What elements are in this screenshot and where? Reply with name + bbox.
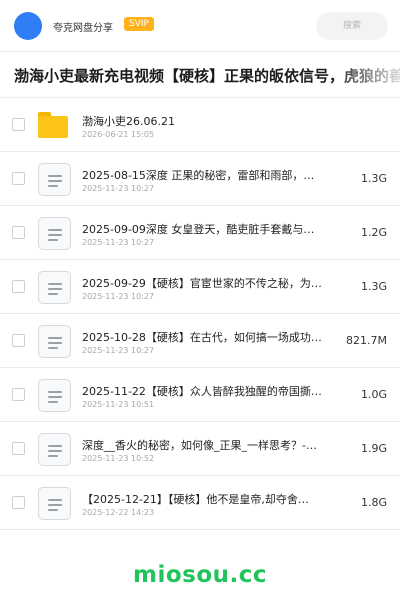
file-name[interactable]: 2025-11-22【硬核】众人皆醉我独醒的帝国撕… xyxy=(82,383,322,399)
svip-badge: SVIP xyxy=(124,17,154,31)
file-date: 2025-11-23 10:27 xyxy=(82,184,155,193)
brand-name: 夸克网盘分享 xyxy=(53,23,113,34)
file-name[interactable]: 2025-10-28【硬核】在古代，如何搞一场成功… xyxy=(82,329,322,345)
file-row[interactable]: 2025-11-22【硬核】众人皆醉我独醒的帝国撕… 2025-11-23 10:… xyxy=(0,368,400,422)
file-size: 1.9G xyxy=(360,442,387,455)
document-icon xyxy=(38,217,71,250)
select-checkbox[interactable] xyxy=(12,388,25,401)
select-checkbox[interactable] xyxy=(12,280,25,293)
file-name[interactable]: 【2025-12-21】【硬核】他不是皇帝,却夺舍… xyxy=(82,491,322,507)
file-date: 2025-11-23 10:27 xyxy=(82,238,155,247)
top-bar: 夸克网盘分享 SVIP 搜索 xyxy=(0,0,400,52)
document-icon xyxy=(38,433,71,466)
select-checkbox[interactable] xyxy=(12,442,25,455)
file-date: 2025-11-23 10:51 xyxy=(82,400,155,409)
document-icon xyxy=(38,487,71,520)
file-name[interactable]: 渤海小吏26.06.21 xyxy=(82,113,322,129)
share-title-bar: 渤海小吏最新充电视频【硬核】正果的皈依信号，虎狼的善 xyxy=(0,52,400,98)
file-name[interactable]: 深度__香火的秘密，如何像_正果_一样思考？-… xyxy=(82,437,322,453)
watermark: miosou.cc xyxy=(132,562,268,588)
avatar[interactable] xyxy=(14,12,42,40)
file-row[interactable]: 【2025-12-21】【硬核】他不是皇帝,却夺舍… 2025-12-22 14:… xyxy=(0,476,400,530)
file-date: 2025-11-23 10:27 xyxy=(82,346,155,355)
file-name[interactable]: 2025-09-09深度 女皇登天，酷吏脏手套戴与… xyxy=(82,221,322,237)
select-checkbox[interactable] xyxy=(12,496,25,509)
folder-row[interactable]: 渤海小吏26.06.21 2026-06-21 15:05 xyxy=(0,98,400,152)
select-checkbox[interactable] xyxy=(12,334,25,347)
file-row[interactable]: 2025-09-29【硬核】官宦世家的不传之秘，为… 2025-11-23 10:… xyxy=(0,260,400,314)
file-size: 1.3G xyxy=(360,280,387,293)
file-size: 1.2G xyxy=(360,226,387,239)
file-size: 1.0G xyxy=(360,388,387,401)
title-fade xyxy=(330,52,400,97)
select-checkbox[interactable] xyxy=(12,118,25,131)
document-icon xyxy=(38,325,71,358)
file-row[interactable]: 2025-08-15深度 正果的秘密，雷部和雨部，… 2025-11-23 10:… xyxy=(0,152,400,206)
file-list: 渤海小吏26.06.21 2026-06-21 15:05 2025-08-15深度… xyxy=(0,98,400,530)
search-button[interactable]: 搜索 xyxy=(316,12,388,40)
file-date: 2025-12-22 14:23 xyxy=(82,508,155,517)
file-name[interactable]: 2025-09-29【硬核】官宦世家的不传之秘，为… xyxy=(82,275,322,291)
file-row[interactable]: 2025-09-09深度 女皇登天，酷吏脏手套戴与… 2025-11-23 10:… xyxy=(0,206,400,260)
document-icon xyxy=(38,271,71,304)
file-row[interactable]: 深度__香火的秘密，如何像_正果_一样思考？-… 2025-11-23 10:52… xyxy=(0,422,400,476)
file-name[interactable]: 2025-08-15深度 正果的秘密，雷部和雨部，… xyxy=(82,167,322,183)
folder-icon xyxy=(38,109,71,142)
file-size: 1.8G xyxy=(360,496,387,509)
document-icon xyxy=(38,163,71,196)
file-size: 1.3G xyxy=(360,172,387,185)
select-checkbox[interactable] xyxy=(12,172,25,185)
file-row[interactable]: 2025-10-28【硬核】在古代，如何搞一场成功… 2025-11-23 10:… xyxy=(0,314,400,368)
document-icon xyxy=(38,379,71,412)
select-checkbox[interactable] xyxy=(12,226,25,239)
file-date: 2025-11-23 10:52 xyxy=(82,454,155,463)
file-size: 821.7M xyxy=(346,334,387,347)
file-date: 2025-11-23 10:27 xyxy=(82,292,155,301)
file-date: 2026-06-21 15:05 xyxy=(82,130,155,139)
